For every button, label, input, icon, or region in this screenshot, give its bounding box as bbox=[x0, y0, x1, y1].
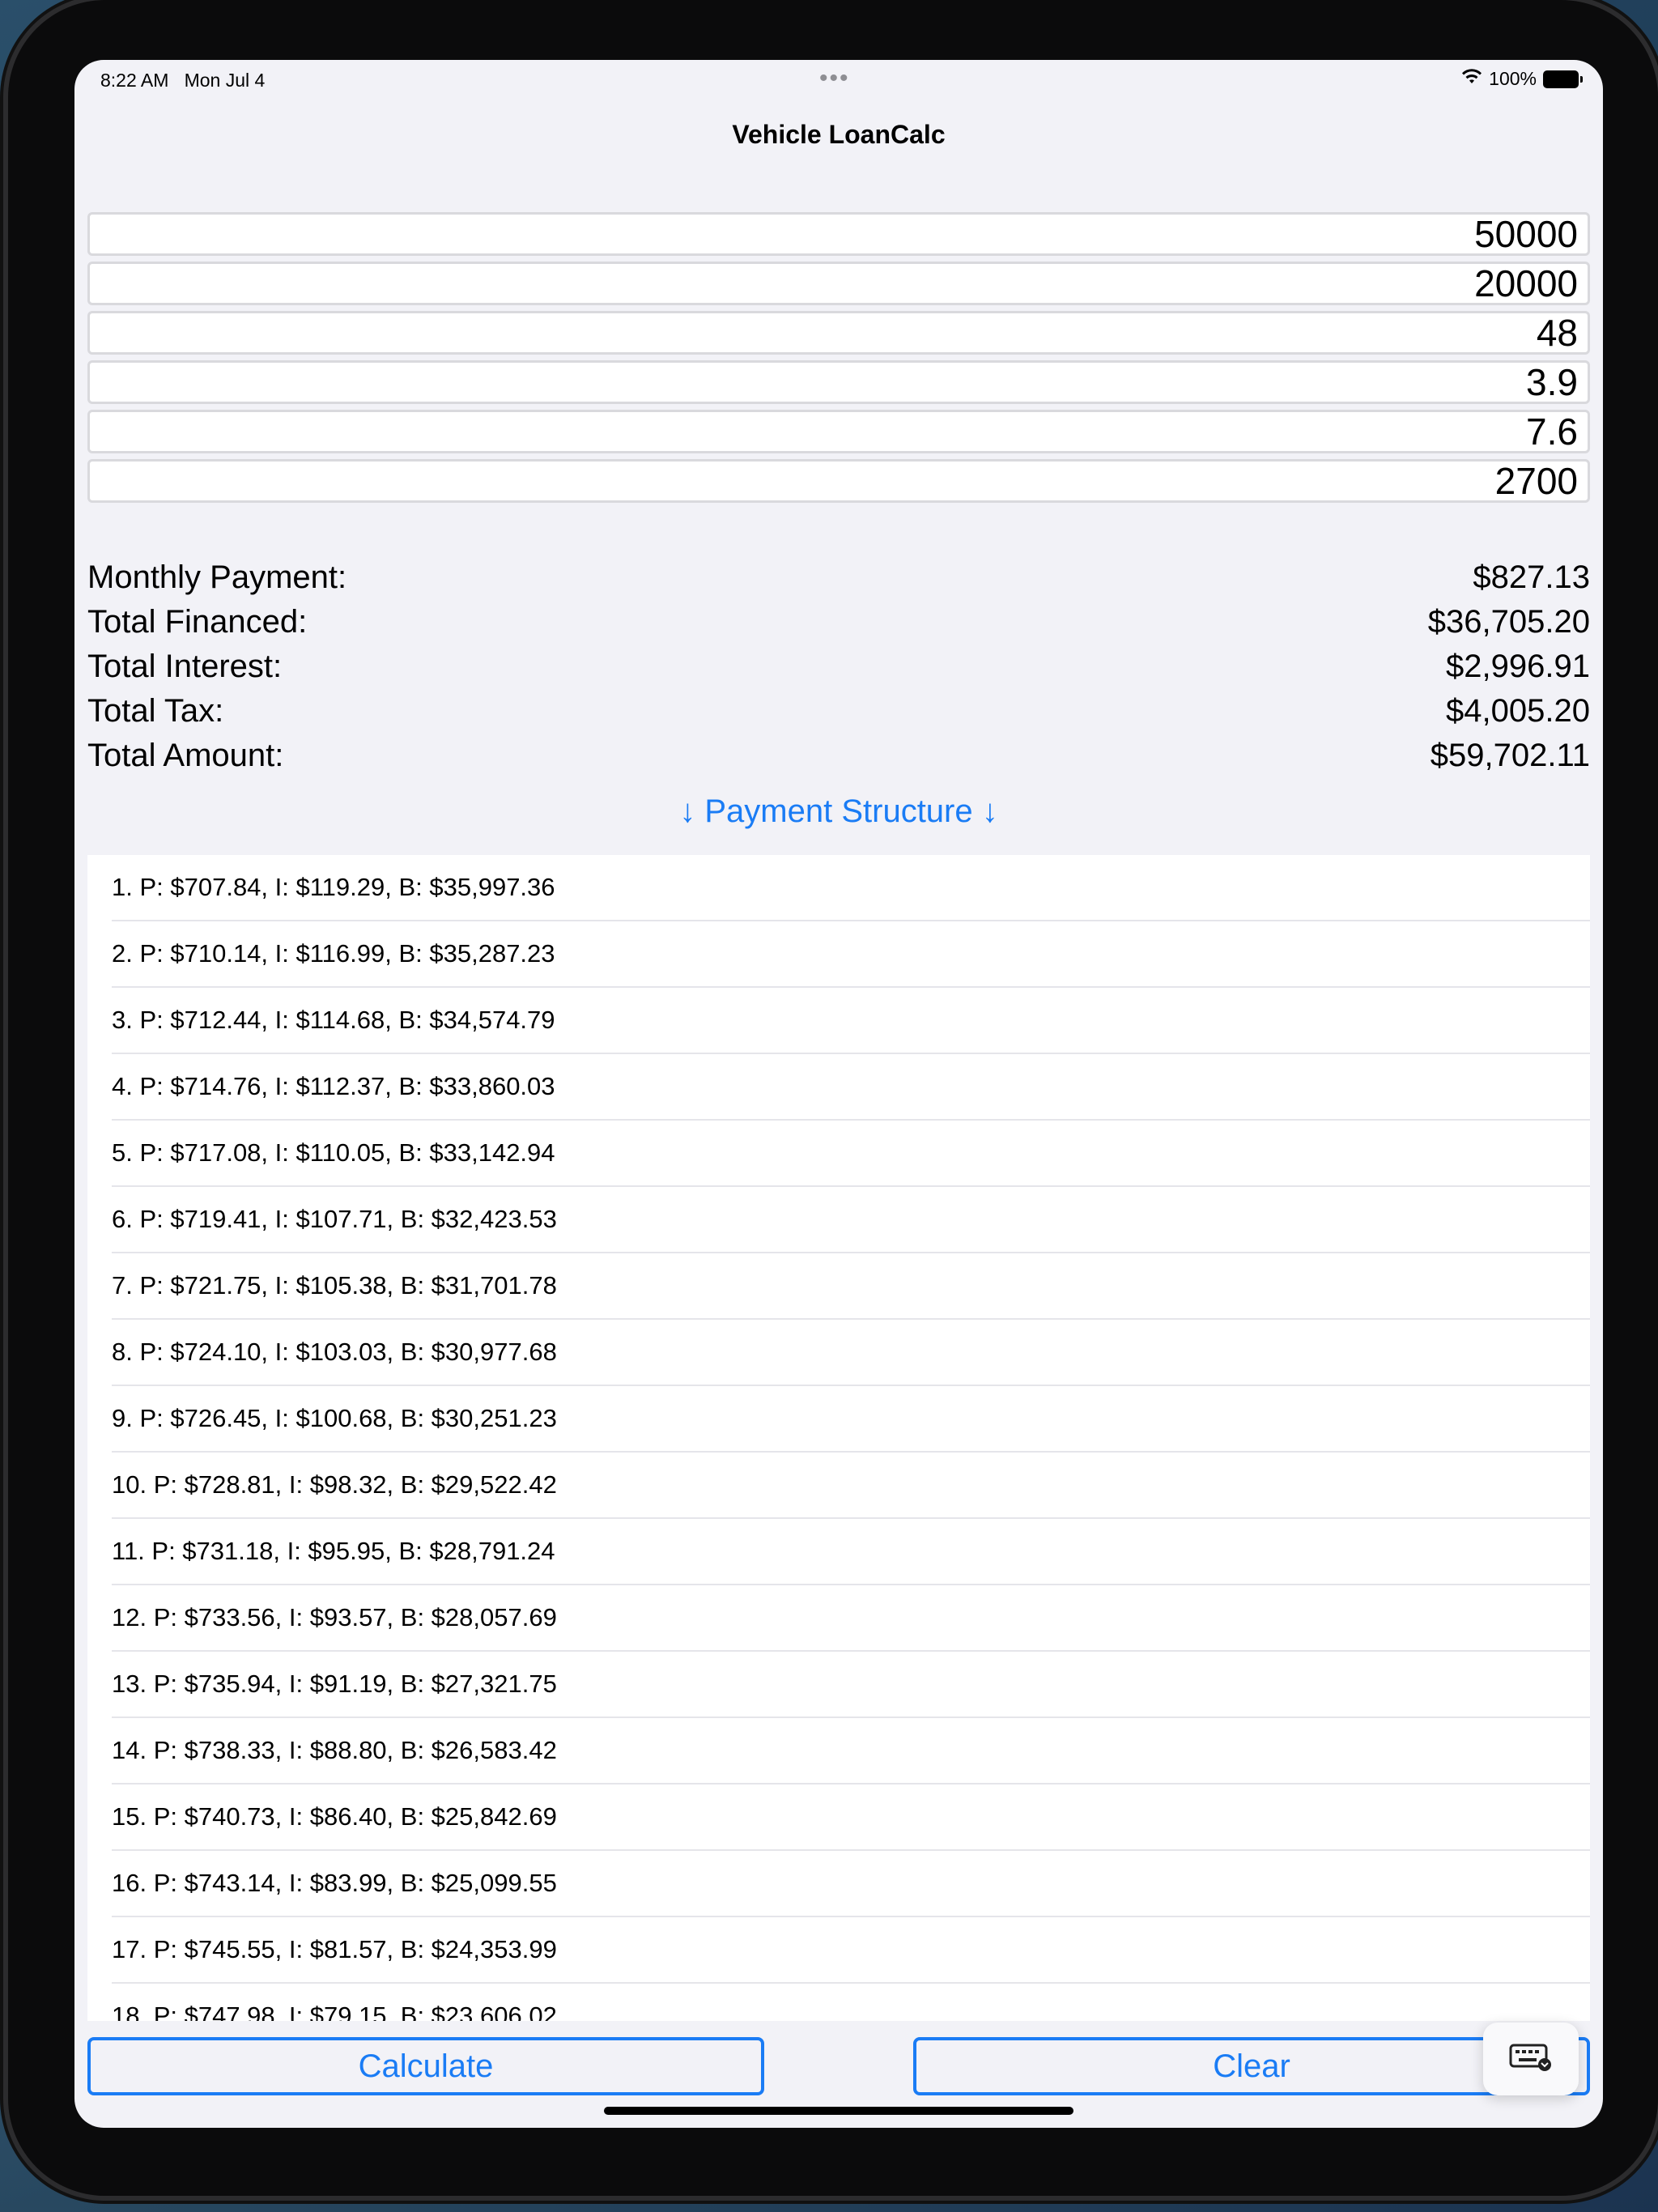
loan-summary: Monthly Payment: $827.13 Total Financed:… bbox=[87, 555, 1590, 778]
loan-input-fields bbox=[87, 212, 1590, 508]
summary-label: Monthly Payment: bbox=[87, 559, 347, 595]
summary-label: Total Financed: bbox=[87, 604, 308, 640]
list-item[interactable]: 5. P: $717.08, I: $110.05, B: $33,142.94 bbox=[112, 1121, 1590, 1187]
calculate-button[interactable]: Calculate bbox=[87, 2037, 764, 2095]
list-item[interactable]: 1. P: $707.84, I: $119.29, B: $35,997.36 bbox=[112, 855, 1590, 921]
page-title: Vehicle LoanCalc bbox=[732, 120, 946, 149]
battery-icon bbox=[1543, 70, 1583, 88]
summary-value: $827.13 bbox=[1473, 559, 1590, 595]
summary-row-total-interest: Total Interest: $2,996.91 bbox=[87, 644, 1590, 689]
keyboard-icon bbox=[1509, 2042, 1553, 2077]
battery-percent: 100% bbox=[1489, 68, 1537, 89]
list-item[interactable]: 8. P: $724.10, I: $103.03, B: $30,977.68 bbox=[112, 1320, 1590, 1386]
summary-row-monthly-payment: Monthly Payment: $827.13 bbox=[87, 555, 1590, 600]
loan-input-3[interactable] bbox=[87, 311, 1590, 355]
list-item[interactable]: 11. P: $731.18, I: $95.95, B: $28,791.24 bbox=[112, 1519, 1590, 1585]
summary-label: Total Tax: bbox=[87, 693, 224, 729]
summary-row-total-financed: Total Financed: $36,705.20 bbox=[87, 600, 1590, 644]
list-item[interactable]: 2. P: $710.14, I: $116.99, B: $35,287.23 bbox=[112, 921, 1590, 988]
list-item[interactable]: 14. P: $738.33, I: $88.80, B: $26,583.42 bbox=[112, 1718, 1590, 1784]
status-bar: 8:22 AM Mon Jul 4 ••• 100% bbox=[74, 60, 1603, 102]
payment-schedule-list[interactable]: 1. P: $707.84, I: $119.29, B: $35,997.36… bbox=[87, 855, 1590, 2021]
list-item[interactable]: 9. P: $726.45, I: $100.68, B: $30,251.23 bbox=[112, 1386, 1590, 1453]
summary-row-total-tax: Total Tax: $4,005.20 bbox=[87, 689, 1590, 734]
loan-input-6[interactable] bbox=[87, 459, 1590, 503]
home-indicator[interactable] bbox=[604, 2107, 1073, 2115]
summary-value: $2,996.91 bbox=[1446, 649, 1590, 684]
app-screen: 8:22 AM Mon Jul 4 ••• 100% Vehicle LoanC… bbox=[74, 60, 1603, 2128]
status-date: Mon Jul 4 bbox=[184, 70, 266, 91]
list-item[interactable]: 4. P: $714.76, I: $112.37, B: $33,860.03 bbox=[112, 1054, 1590, 1121]
list-item[interactable]: 3. P: $712.44, I: $114.68, B: $34,574.79 bbox=[112, 988, 1590, 1054]
summary-value: $4,005.20 bbox=[1446, 693, 1590, 729]
list-item[interactable]: 12. P: $733.56, I: $93.57, B: $28,057.69 bbox=[112, 1585, 1590, 1652]
list-item[interactable]: 7. P: $721.75, I: $105.38, B: $31,701.78 bbox=[112, 1253, 1590, 1320]
keyboard-dismiss-button[interactable] bbox=[1483, 2023, 1579, 2095]
loan-input-4[interactable] bbox=[87, 360, 1590, 404]
summary-value: $36,705.20 bbox=[1427, 604, 1590, 640]
list-item[interactable]: 18. P: $747.98, I: $79.15, B: $23,606.02 bbox=[112, 1984, 1590, 2021]
list-item[interactable]: 16. P: $743.14, I: $83.99, B: $25,099.55 bbox=[112, 1851, 1590, 1917]
payment-structure-link[interactable]: ↓ Payment Structure ↓ bbox=[74, 793, 1603, 830]
summary-label: Total Amount: bbox=[87, 738, 284, 773]
multitasking-dots-icon[interactable]: ••• bbox=[819, 65, 850, 92]
list-item[interactable]: 17. P: $745.55, I: $81.57, B: $24,353.99 bbox=[112, 1917, 1590, 1984]
status-time: 8:22 AM Mon Jul 4 bbox=[100, 70, 265, 91]
list-item[interactable]: 13. P: $735.94, I: $91.19, B: $27,321.75 bbox=[112, 1652, 1590, 1718]
loan-input-5[interactable] bbox=[87, 410, 1590, 453]
list-item[interactable]: 6. P: $719.41, I: $107.71, B: $32,423.53 bbox=[112, 1187, 1590, 1253]
loan-input-1[interactable] bbox=[87, 212, 1590, 256]
status-indicators: 100% bbox=[1461, 68, 1583, 90]
list-item[interactable]: 15. P: $740.73, I: $86.40, B: $25,842.69 bbox=[112, 1784, 1590, 1851]
list-item[interactable]: 10. P: $728.81, I: $98.32, B: $29,522.42 bbox=[112, 1453, 1590, 1519]
summary-row-total-amount: Total Amount: $59,702.11 bbox=[87, 734, 1590, 778]
summary-value: $59,702.11 bbox=[1430, 738, 1590, 773]
status-clock: 8:22 AM bbox=[100, 70, 169, 91]
wifi-icon bbox=[1461, 68, 1482, 90]
summary-label: Total Interest: bbox=[87, 649, 283, 684]
loan-input-2[interactable] bbox=[87, 262, 1590, 305]
